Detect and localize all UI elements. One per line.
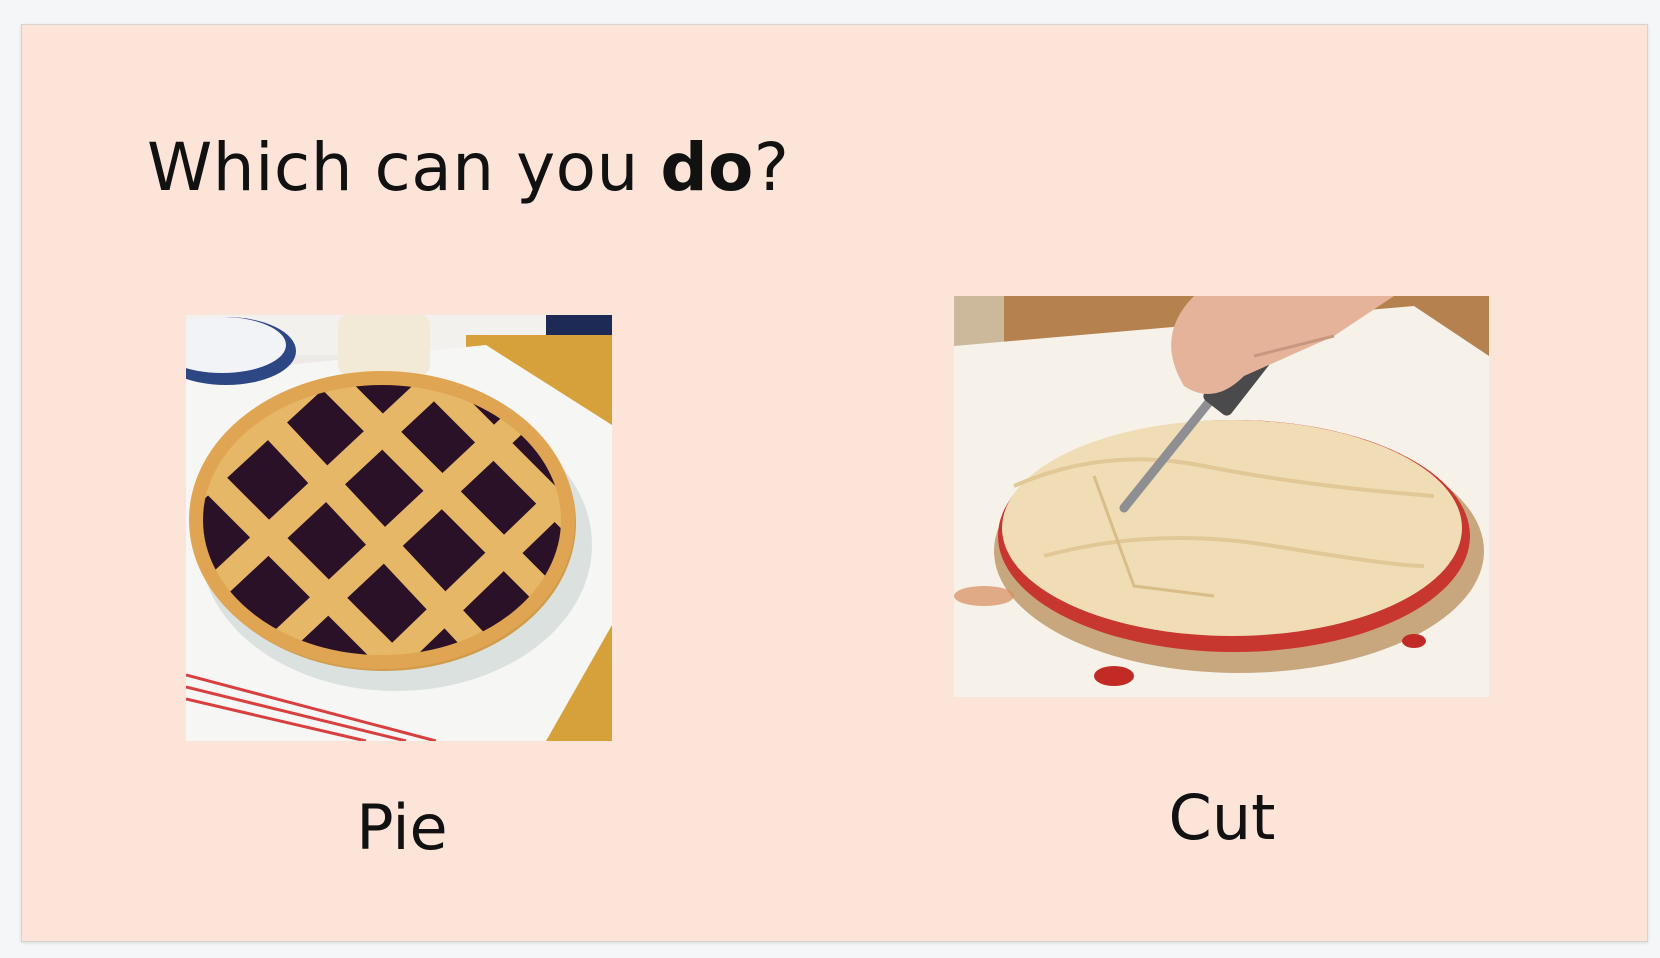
title-emphasis: do <box>660 129 754 206</box>
slide: Which can you do? Pie Cut <box>21 24 1648 942</box>
pie-image <box>186 315 612 741</box>
cut-caption: Cut <box>1168 781 1276 854</box>
pie-caption: Pie <box>356 791 448 864</box>
slide-title: Which can you do? <box>147 129 789 206</box>
title-text-start: Which can you <box>147 129 661 206</box>
title-text-end: ? <box>753 129 790 206</box>
cut-image <box>954 296 1489 697</box>
